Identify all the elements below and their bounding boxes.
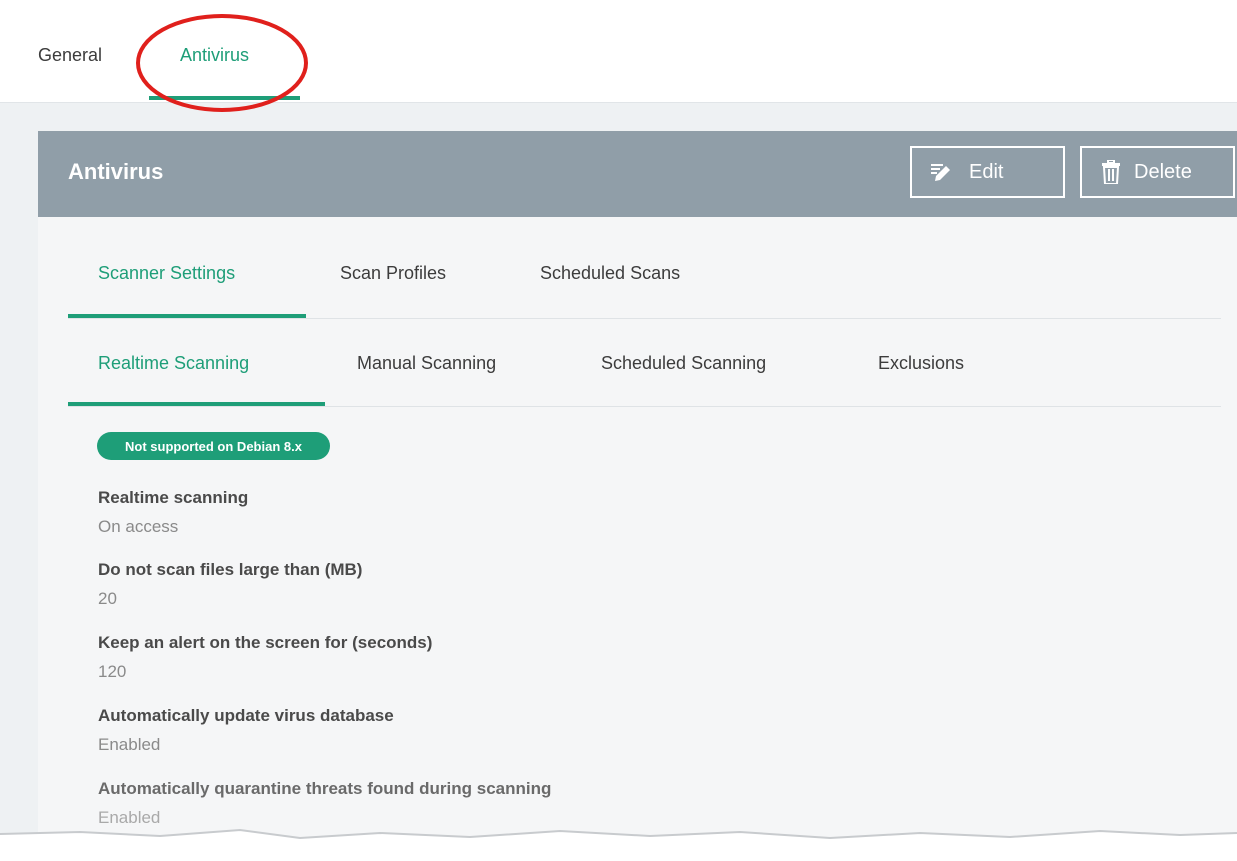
status-badge: Not supported on Debian 8.x [97, 432, 330, 460]
setting-label: Automatically quarantine threats found d… [98, 779, 552, 798]
setting-value: On access [98, 517, 179, 536]
setting-label: Automatically update virus database [98, 706, 394, 725]
trash-icon [1102, 160, 1120, 184]
settings-tab-bar: Scanner Settings Scan Profiles Scheduled… [68, 217, 1221, 319]
panel-title: Antivirus [68, 159, 164, 184]
highlight-annotation [136, 14, 308, 112]
delete-label: Delete [1134, 160, 1192, 183]
tab-scheduled-scanning[interactable]: Scheduled Scanning [601, 353, 766, 374]
setting-value: 120 [98, 662, 127, 681]
tab-manual-scanning[interactable]: Manual Scanning [357, 353, 496, 374]
tab-scheduled-scans[interactable]: Scheduled Scans [540, 263, 680, 284]
edit-button[interactable]: Edit [910, 146, 1065, 198]
active-scan-tab-indicator [68, 402, 325, 406]
scan-mode-tab-bar: Realtime Scanning Manual Scanning Schedu… [68, 318, 1221, 407]
setting-label: Keep an alert on the screen for (seconds… [98, 633, 433, 652]
tab-realtime-scanning[interactable]: Realtime Scanning [98, 353, 249, 374]
setting-realtime-scanning: Realtime scanning On access [98, 488, 248, 537]
tab-general[interactable]: General [38, 45, 102, 66]
setting-label: Realtime scanning [98, 488, 249, 507]
setting-auto-update: Automatically update virus database Enab… [98, 706, 394, 755]
top-tab-bar: General Antivirus [0, 0, 1237, 112]
setting-value: Enabled [98, 735, 161, 754]
setting-max-file-size: Do not scan files large than (MB) 20 [98, 560, 362, 609]
setting-value: 20 [98, 589, 117, 608]
panel-header: Antivirus Edit Delete [38, 131, 1237, 217]
delete-button[interactable]: Delete [1080, 146, 1235, 198]
tab-exclusions[interactable]: Exclusions [878, 353, 964, 374]
antivirus-panel: Antivirus Edit Delete Scanner Settings S… [38, 131, 1237, 861]
torn-edge [0, 828, 1237, 861]
tab-scan-profiles[interactable]: Scan Profiles [340, 263, 446, 284]
setting-auto-quarantine: Automatically quarantine threats found d… [98, 779, 551, 828]
setting-label: Do not scan files large than (MB) [98, 560, 363, 579]
setting-alert-duration: Keep an alert on the screen for (seconds… [98, 633, 432, 682]
edit-icon [929, 161, 951, 183]
tab-scanner-settings[interactable]: Scanner Settings [98, 263, 235, 284]
edit-label: Edit [969, 160, 1004, 183]
